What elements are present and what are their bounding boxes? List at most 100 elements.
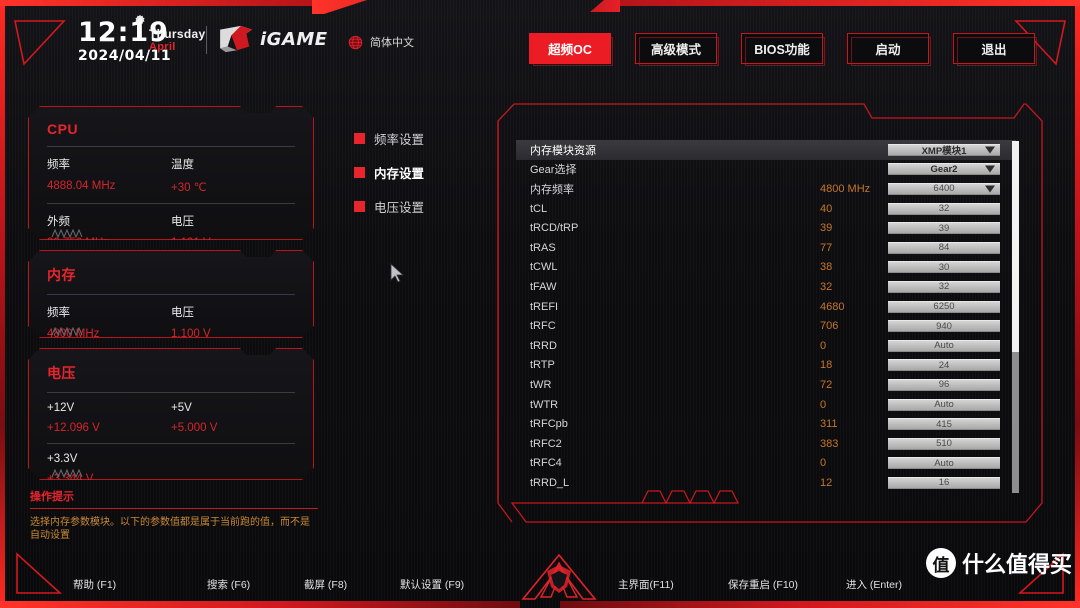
- function-key-1[interactable]: 搜索 (F6): [207, 577, 250, 592]
- chevron-down-icon[interactable]: [985, 146, 995, 154]
- setting-name: tRFCpb: [530, 418, 568, 431]
- metric-label: 电压: [171, 216, 194, 228]
- card-divider: [47, 146, 295, 147]
- brand-logo: iGAME: [218, 24, 328, 54]
- gear-icon: [135, 14, 145, 25]
- setting-input[interactable]: Auto: [888, 398, 1000, 411]
- language-selector[interactable]: 简体中文: [348, 34, 414, 50]
- scrollbar-thumb[interactable]: [1012, 141, 1019, 353]
- metric-label: 电压: [171, 307, 194, 319]
- setting-name: tREFI: [530, 300, 559, 313]
- table-row[interactable]: tWTR 0 Auto: [516, 395, 1016, 415]
- section-menu: 频率设置内存设置电压设置: [354, 130, 424, 232]
- section-menu-item-1[interactable]: 内存设置: [354, 164, 424, 181]
- setting-input[interactable]: Auto: [888, 457, 1000, 470]
- tab-3[interactable]: 启动: [847, 33, 931, 66]
- table-row[interactable]: tRTP 18 24: [516, 356, 1016, 376]
- chevron-down-icon[interactable]: [985, 185, 995, 193]
- table-row[interactable]: 内存频率 4800 MHz 6400: [516, 179, 1016, 199]
- table-row[interactable]: tFAW 32 32: [516, 277, 1016, 297]
- setting-input[interactable]: 39: [888, 222, 1000, 235]
- table-row[interactable]: tRCD/tRP 39 39: [516, 218, 1016, 238]
- metric-value: +30 ℃: [171, 182, 207, 194]
- memory-timing-table: 内存模块资源 XMP模块1 Gear选择 Gear2 内存频率 4800 MHz 6400 t…: [516, 140, 1016, 502]
- setting-input[interactable]: 32: [888, 202, 1000, 215]
- setting-dropdown[interactable]: XMP模块1: [888, 143, 1000, 157]
- info-card-voltage: 电压 +12V +12.096 V +5V +5.000 V +3.3V +3.…: [28, 348, 314, 480]
- card-title: 电压: [47, 365, 76, 381]
- setting-name: tRCD/tRP: [530, 222, 579, 235]
- metric-value: 4888.04 MHz: [47, 180, 116, 192]
- card-cell: 电压 1.100 V: [171, 304, 295, 349]
- tab-1[interactable]: 高级模式: [635, 33, 719, 66]
- setting-input[interactable]: 24: [888, 359, 1000, 372]
- tab-4[interactable]: 退出: [953, 33, 1037, 66]
- function-key-4[interactable]: 主界面(F11): [618, 577, 674, 592]
- current-value: 18: [820, 359, 833, 372]
- header-bar: 12:19 2024/04/11 Thursday April iGAME 简体…: [0, 6, 1080, 80]
- table-row[interactable]: tRRD_L 12 16: [516, 473, 1016, 493]
- tab-2[interactable]: BIOS功能: [741, 33, 825, 66]
- setting-input[interactable]: 32: [888, 280, 1000, 293]
- tab-label: 退出: [981, 43, 1007, 57]
- metric-label: 温度: [171, 159, 194, 171]
- section-menu-item-0[interactable]: 频率设置: [354, 130, 424, 147]
- function-key-0[interactable]: 帮助 (F1): [73, 577, 116, 592]
- info-card-memory: 内存 频率 4800 MHz 电压 1.100 V: [28, 250, 314, 338]
- table-row[interactable]: tRFC4 0 Auto: [516, 454, 1016, 474]
- setting-name: 内存频率: [530, 183, 574, 196]
- setting-dropdown[interactable]: Gear2: [888, 163, 1000, 176]
- main-tabs: 超频OC 高级模式 BIOS功能 启动 退出: [529, 33, 1037, 66]
- current-value: 12: [820, 476, 833, 489]
- setting-input[interactable]: 30: [888, 261, 1000, 274]
- table-row[interactable]: tRFC2 383 510: [516, 434, 1016, 454]
- setting-input[interactable]: 96: [888, 378, 1000, 391]
- table-row[interactable]: tRFCpb 311 415: [516, 414, 1016, 434]
- table-row[interactable]: tCWL 38 30: [516, 258, 1016, 278]
- watermark-badge: 值: [925, 548, 956, 578]
- table-row[interactable]: tREFI 4680 6250: [516, 297, 1016, 317]
- setting-input[interactable]: 415: [888, 418, 1000, 431]
- current-value: 0: [820, 339, 827, 352]
- setting-input[interactable]: 6250: [888, 300, 1000, 313]
- function-key-3[interactable]: 默认设置 (F9): [400, 577, 464, 592]
- setting-input[interactable]: 16: [888, 476, 1000, 489]
- current-value: 32: [820, 280, 833, 293]
- table-row[interactable]: tRFC 706 940: [516, 316, 1016, 336]
- frame-edge-bottom-left: [0, 601, 520, 608]
- setting-value: 510: [936, 438, 952, 450]
- card-decor-icon: [51, 469, 85, 478]
- current-value: 4680: [820, 300, 845, 313]
- bottom-emblem-icon: [521, 553, 597, 600]
- table-scrollbar[interactable]: [1012, 141, 1019, 493]
- setting-value: 96: [938, 379, 950, 391]
- setting-dropdown[interactable]: 6400: [888, 182, 1000, 195]
- function-key-5[interactable]: 保存重启 (F10): [728, 577, 798, 592]
- chevron-down-icon[interactable]: [985, 165, 995, 173]
- setting-value: 32: [938, 203, 950, 215]
- metric-value: 1.100 V: [171, 328, 211, 340]
- function-key-2[interactable]: 截屏 (F8): [304, 577, 347, 592]
- bullet-square-icon: [354, 200, 365, 212]
- current-value: 4800 MHz: [820, 182, 871, 195]
- table-row[interactable]: tRAS 77 84: [516, 238, 1016, 258]
- table-row[interactable]: tWR 72 96: [516, 375, 1016, 395]
- setting-input[interactable]: 940: [888, 320, 1000, 333]
- table-row[interactable]: tRRD 0 Auto: [516, 336, 1016, 356]
- igame-logo-icon: [220, 25, 252, 53]
- setting-input[interactable]: Auto: [888, 339, 1000, 352]
- tips-text: 选择内存参数模块。以下的参数值都是属于当前跑的值，而不是自动设置: [30, 517, 310, 541]
- setting-input[interactable]: 84: [888, 241, 1000, 254]
- tab-0[interactable]: 超频OC: [529, 33, 613, 66]
- function-key-6[interactable]: 进入 (Enter): [846, 577, 902, 592]
- table-row[interactable]: Gear选择 Gear2: [516, 160, 1016, 180]
- card-decor-icon: [51, 327, 85, 336]
- table-row[interactable]: 内存模块资源 XMP模块1: [516, 140, 1016, 160]
- mouse-cursor-icon: [390, 263, 405, 283]
- info-card-cpu: CPU 频率 4888.04 MHz 温度 +30 ℃ 外频 99.756 MH…: [28, 106, 314, 240]
- section-menu-item-2[interactable]: 电压设置: [354, 198, 424, 215]
- table-row[interactable]: tCL 40 32: [516, 199, 1016, 219]
- setting-value: Auto: [934, 457, 954, 469]
- metric-value: 99.756 MHz: [47, 237, 110, 249]
- setting-input[interactable]: 510: [888, 437, 1000, 450]
